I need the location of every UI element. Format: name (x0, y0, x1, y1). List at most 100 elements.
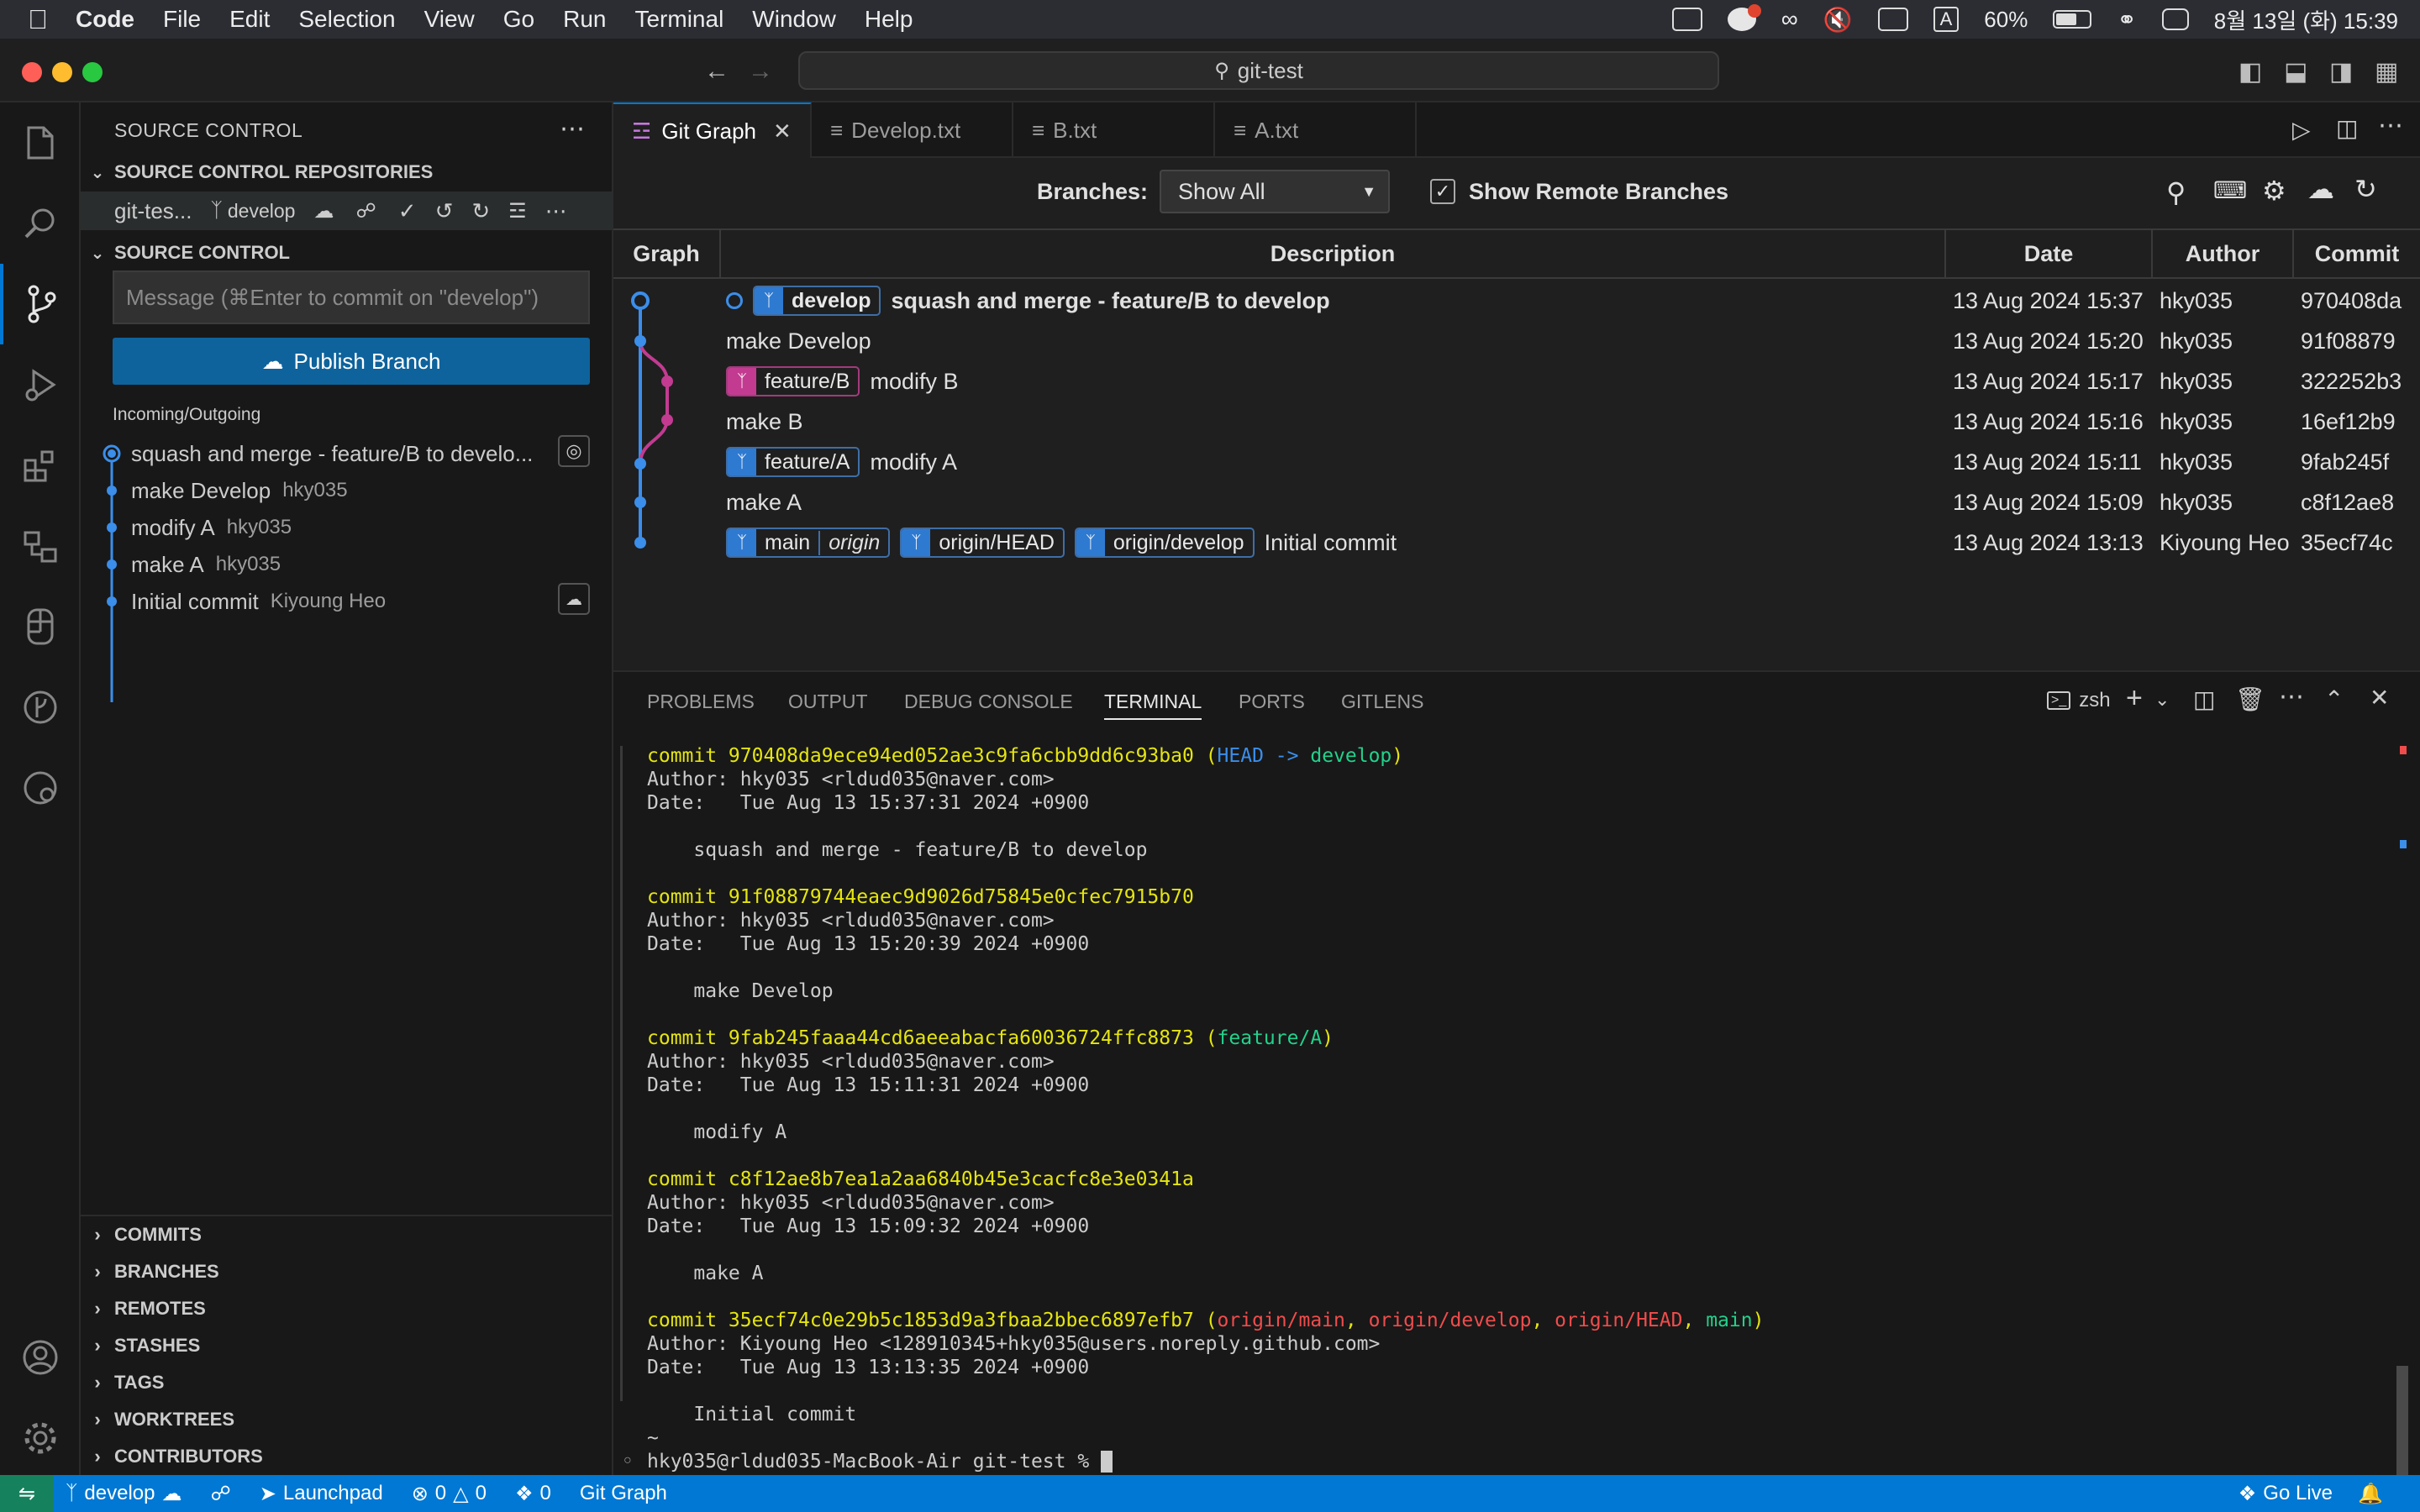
menu-window[interactable]: Window (752, 6, 836, 33)
ref-develop[interactable]: ᛉ develop (753, 286, 881, 316)
control-center-icon[interactable] (2161, 8, 2189, 30)
fetch-cloud-icon[interactable]: ☁ (2307, 173, 2334, 205)
kakaotalk-icon[interactable] (1727, 4, 1761, 31)
tab-problems[interactable]: PROBLEMS (647, 690, 755, 713)
tab-gitlens[interactable]: GITLENS (1341, 690, 1423, 713)
ref-main[interactable]: ᛉ main origin (726, 528, 891, 558)
menu-run[interactable]: Run (563, 6, 606, 33)
gitlens-inspect-icon[interactable] (0, 748, 81, 828)
ref-origin-head[interactable]: ᛉ origin/HEAD (900, 528, 1065, 558)
split-editor-icon[interactable]: ◫ (2336, 114, 2358, 142)
panel-more-icon[interactable]: ⋯ (2279, 682, 2304, 711)
menu-app[interactable]: Code (76, 6, 134, 33)
link-icon[interactable]: ⚭ (2117, 6, 2136, 34)
find-icon[interactable]: ⚲ (2166, 176, 2186, 208)
history-item[interactable]: make Develop hky035 (81, 472, 613, 509)
explorer-icon[interactable] (0, 102, 81, 183)
status-launchpad[interactable]: ➤ Launchpad (260, 1482, 383, 1506)
more-actions-icon[interactable]: ⋯ (560, 114, 585, 144)
run-debug-icon[interactable] (0, 344, 81, 425)
editor-more-icon[interactable]: ⋯ (2378, 111, 2403, 140)
tab-output[interactable]: OUTPUT (788, 690, 868, 713)
terminal-scrollbar-thumb[interactable] (2396, 1366, 2408, 1477)
clock[interactable]: 8월 13일 (화) 15:39 (2214, 4, 2398, 35)
col-commit[interactable]: Commit (2294, 230, 2420, 277)
new-terminal-plus-icon[interactable]: + (2126, 682, 2143, 715)
customize-layout-icon[interactable]: ▦ (2375, 57, 2398, 87)
history-item[interactable]: squash and merge - feature/B to develo..… (81, 435, 613, 472)
tab-b-txt[interactable]: ≡ B.txt (1013, 102, 1215, 158)
col-graph[interactable]: Graph (613, 230, 721, 277)
checkbox-checked-icon[interactable]: ✓ (1430, 179, 1455, 204)
menu-selection[interactable]: Selection (298, 6, 395, 33)
menu-file[interactable]: File (163, 6, 201, 33)
repositories-section-header[interactable]: ⌄ SOURCE CONTROL REPOSITORIES (81, 155, 613, 190)
contributors-section[interactable]: › CONTRIBUTORS (81, 1438, 613, 1475)
mute-icon[interactable]: 🔇 (1823, 6, 1853, 34)
status-git-graph[interactable]: Git Graph (580, 1482, 667, 1505)
commit-row[interactable]: ᛉ develop squash and merge - feature/B to… (613, 281, 2420, 321)
tab-a-txt[interactable]: ≡ A.txt (1215, 102, 1417, 158)
toggle-panel-icon[interactable]: ⬓ (2284, 57, 2307, 87)
back-arrow-icon[interactable]: ← (704, 57, 729, 86)
trash-icon[interactable]: 🗑 (2235, 685, 2265, 713)
tab-debug-console[interactable]: DEBUG CONSOLE (904, 690, 1073, 713)
tab-git-graph[interactable]: ☲ Git Graph ✕ (613, 102, 812, 158)
toggle-sidebar-icon[interactable]: ◧ (2238, 57, 2262, 87)
repo-more-icon[interactable]: ⋯ (545, 198, 567, 224)
git-graph-icon[interactable]: ☲ (508, 199, 527, 223)
target-icon[interactable]: ◎ (558, 435, 590, 467)
history-item[interactable]: make A hky035 (81, 546, 613, 583)
display-icon[interactable] (1877, 8, 1908, 31)
stashes-section[interactable]: › STASHES (81, 1327, 613, 1364)
commit-row[interactable]: make A 13 Aug 2024 15:09 hky035 c8f12ae8 (613, 482, 2420, 522)
publish-cloud-icon[interactable]: ☁ (313, 199, 334, 223)
col-date[interactable]: Date (1946, 230, 2153, 277)
refresh-icon[interactable]: ↻ (2354, 173, 2377, 205)
refresh-icon[interactable]: ↻ (471, 198, 490, 224)
terminal-shell-selector[interactable]: >_ zsh (2047, 689, 2111, 712)
repository-row[interactable]: git-tes... ᛉ develop ☁ ☍ ✓ ↺ ↻ ☲ ⋯ (81, 192, 613, 230)
col-author[interactable]: Author (2153, 230, 2294, 277)
manage-gear-icon[interactable] (0, 1398, 81, 1478)
swirl-icon[interactable]: ∞ (1781, 6, 1798, 33)
menu-help[interactable]: Help (865, 6, 913, 33)
commit-row[interactable]: make B 13 Aug 2024 15:16 hky035 16ef12b9 (613, 402, 2420, 442)
figma-icon[interactable] (0, 586, 81, 667)
status-problems[interactable]: ⊗ 0 △ 0 (412, 1482, 487, 1506)
settings-gear-icon[interactable]: ⚙ (2262, 175, 2286, 207)
worktrees-section[interactable]: › WORKTREES (81, 1401, 613, 1438)
ref-origin-develop[interactable]: ᛉ origin/develop (1074, 528, 1255, 558)
history-item[interactable]: modify A hky035 (81, 509, 613, 546)
command-center[interactable]: ⚲ git-test (798, 51, 1719, 90)
tags-section[interactable]: › TAGS (81, 1364, 613, 1401)
menu-go[interactable]: Go (503, 6, 534, 33)
status-go-live[interactable]: ❖ Go Live (2238, 1482, 2333, 1506)
publish-branch-button[interactable]: ☁ Publish Branch (113, 338, 590, 385)
gitlens-icon[interactable] (0, 667, 81, 748)
run-icon[interactable]: ▷ (2292, 116, 2311, 144)
branches-section[interactable]: › BRANCHES (81, 1253, 613, 1290)
cloud-icon[interactable]: ☁ (558, 583, 590, 615)
zoom-window-button[interactable] (82, 62, 103, 82)
minimize-window-button[interactable] (52, 62, 72, 82)
terminal-output[interactable]: commit 970408da9ece94ed052ae3c9fa6cbb9dd… (647, 744, 2386, 1473)
remote-indicator-icon[interactable]: ⇋ (0, 1475, 54, 1512)
split-terminal-icon[interactable]: ◫ (2193, 685, 2215, 713)
search-icon[interactable] (0, 183, 81, 264)
status-branch[interactable]: ᛉ develop ☁ (66, 1482, 182, 1506)
ref-feature-b[interactable]: ᛉ feature/B (726, 366, 860, 396)
branches-dropdown[interactable]: Show All ▼ (1160, 170, 1391, 213)
apple-icon[interactable]:  (0, 4, 76, 35)
graph-icon[interactable]: ☍ (355, 199, 376, 223)
forward-arrow-icon[interactable]: → (748, 57, 773, 86)
close-tab-icon[interactable]: ✕ (773, 118, 792, 144)
close-panel-icon[interactable]: ✕ (2370, 684, 2389, 711)
commit-check-icon[interactable]: ✓ (398, 198, 417, 224)
menu-view[interactable]: View (424, 6, 475, 33)
commit-row[interactable]: ᛉ main origin ᛉ origin/HEAD ᛉ origin/develop… (613, 522, 2420, 563)
show-remote-toggle[interactable]: ✓ Show Remote Branches (1430, 170, 1728, 213)
commits-section[interactable]: › COMMITS (81, 1216, 613, 1253)
menu-terminal[interactable]: Terminal (634, 6, 723, 33)
toggle-secondary-sidebar-icon[interactable]: ◨ (2329, 57, 2353, 87)
